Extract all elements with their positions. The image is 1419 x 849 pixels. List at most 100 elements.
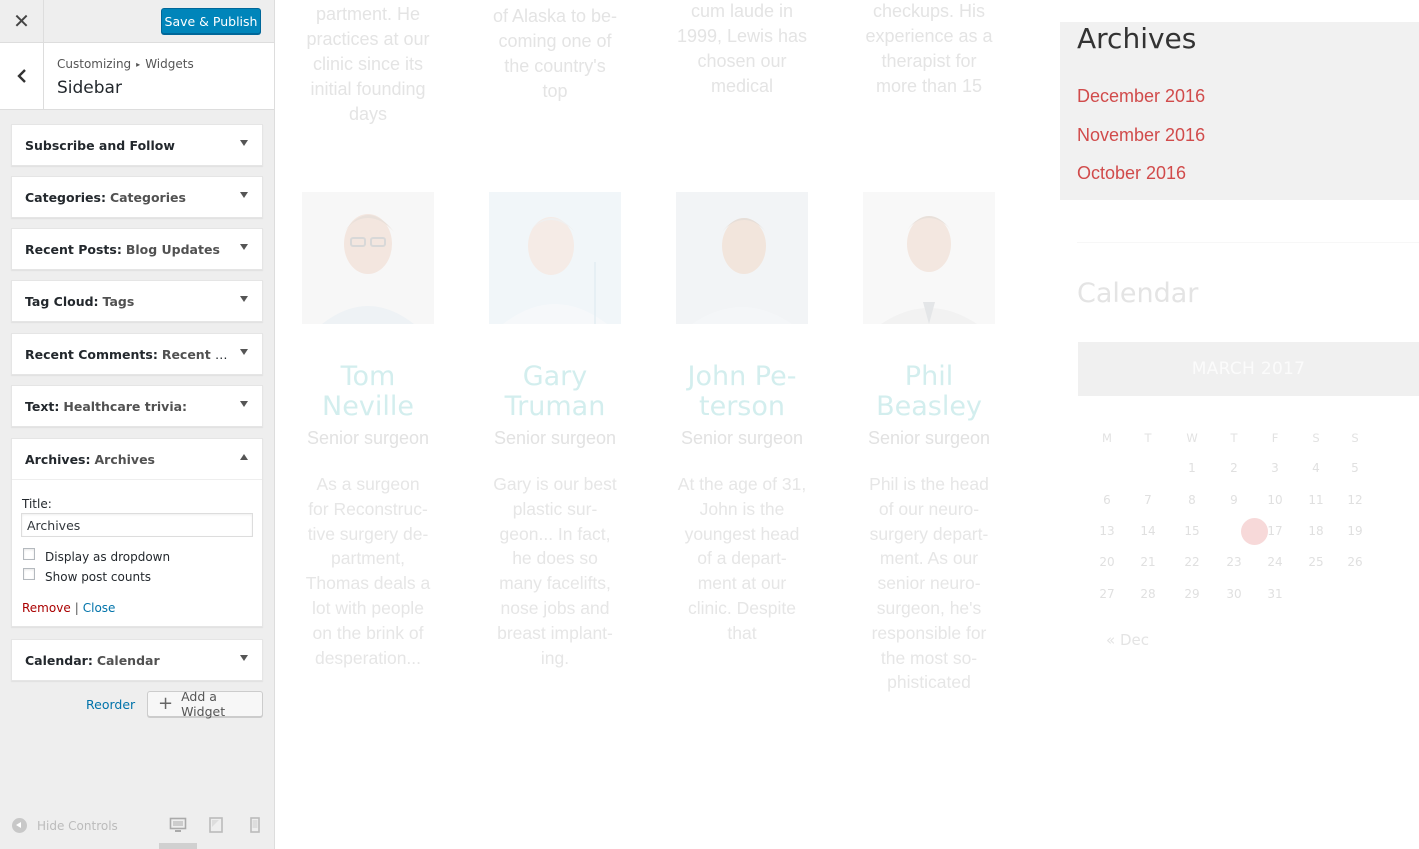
- archive-link[interactable]: November 2016: [1077, 125, 1205, 146]
- intro-line: experience as a: [865, 26, 993, 46]
- close-link[interactable]: Close: [83, 601, 116, 615]
- intro-line: checkups. His: [872, 1, 986, 21]
- calendar-day: 10: [1267, 493, 1283, 507]
- plus-icon: +: [158, 693, 174, 714]
- dropdown-arrow-icon[interactable]: [240, 140, 248, 146]
- post-counts-label: Show post counts: [45, 570, 152, 584]
- customizer-panel: ✕ Save & Publish Customizing ▸ Widgets Sid…: [0, 0, 275, 849]
- dropdown-arrow-icon[interactable]: [240, 192, 248, 198]
- separator: |: [74, 601, 79, 615]
- dropdown-arrow-icon[interactable]: [240, 244, 248, 250]
- widget-header[interactable]: Subscribe and Follow: [12, 125, 262, 165]
- site-preview: partment. He practices at our clinic sin…: [275, 0, 1419, 849]
- title-label: Title:: [22, 497, 52, 511]
- widget-header[interactable]: Tag Cloud: Tags: [12, 281, 262, 321]
- tablet-icon[interactable]: [207, 817, 225, 833]
- calendar-day: 16: [1226, 524, 1242, 538]
- calendar-day: 5: [1351, 461, 1359, 475]
- bio-line: the most so-: [880, 647, 978, 668]
- widget-header[interactable]: Calendar: Calendar: [12, 640, 262, 680]
- save-publish-button[interactable]: Save & Publish: [161, 8, 261, 34]
- collapse-arrow-icon[interactable]: [240, 454, 248, 460]
- name-line: Beasley: [876, 391, 982, 422]
- name-line: Neville: [322, 391, 414, 422]
- intro-line: top: [542, 81, 568, 101]
- bio-line: At the age of 31,: [677, 474, 807, 494]
- widget-header[interactable]: Archives: Archives: [12, 439, 262, 479]
- dropdown-checkbox[interactable]: [23, 548, 35, 560]
- widget-categories[interactable]: Categories: Categories: [11, 176, 263, 218]
- intro-line: partment. He: [315, 4, 421, 24]
- widget-subscribe-follow[interactable]: Subscribe and Follow: [11, 124, 263, 166]
- dropdown-option[interactable]: Display as dropdown: [23, 548, 170, 564]
- widget-header[interactable]: Recent Comments: Recent Com...: [12, 334, 262, 374]
- archive-link[interactable]: October 2016: [1077, 163, 1186, 184]
- widget-title: Blog Updates: [125, 241, 220, 257]
- bio-line: he does so: [512, 548, 598, 569]
- archives-widget-preview: Archives December 2016 November 2016 Oct…: [1060, 22, 1419, 200]
- remove-link[interactable]: Remove: [22, 601, 71, 615]
- intro-line: days: [348, 104, 388, 124]
- calendar-day: 24: [1267, 555, 1283, 569]
- widget-recent-comments[interactable]: Recent Comments: Recent Com...: [11, 333, 263, 375]
- bio-line: geon... In fact,: [499, 523, 611, 544]
- widget-type: Categories:: [25, 189, 106, 205]
- widget-header[interactable]: Text: Healthcare trivia:: [12, 386, 262, 426]
- calendar-day: 18: [1308, 524, 1324, 538]
- close-customizer-button[interactable]: ✕: [0, 0, 44, 43]
- calendar-prev-link[interactable]: « Dec: [1106, 631, 1149, 649]
- widget-title: Categories: [109, 189, 186, 205]
- intro-line: medical: [710, 76, 774, 96]
- bio-line: plastic sur-: [512, 498, 598, 519]
- mobile-icon[interactable]: [246, 817, 264, 833]
- back-button[interactable]: [0, 43, 44, 109]
- close-icon: ✕: [13, 11, 30, 33]
- hide-controls-button[interactable]: Hide Controls: [12, 818, 118, 833]
- widget-archives: Archives: Archives Title: Display as dro…: [11, 438, 263, 627]
- calendar-day: 17: [1267, 524, 1283, 538]
- calendar-day: 21: [1140, 555, 1156, 569]
- add-widget-button[interactable]: + Add a Widget: [147, 689, 263, 719]
- dropdown-arrow-icon[interactable]: [240, 655, 248, 661]
- doctor-name: Tom Neville: [283, 362, 453, 422]
- bio-line: phisticated: [887, 672, 971, 693]
- dropdown-arrow-icon[interactable]: [240, 401, 248, 407]
- widget-text[interactable]: Text: Healthcare trivia:: [11, 385, 263, 427]
- dropdown-arrow-icon[interactable]: [240, 349, 248, 355]
- name-line: Truman: [504, 391, 606, 422]
- calendar-day: 30: [1226, 587, 1242, 601]
- intro-line: therapist for: [881, 51, 977, 71]
- intro-line: clinic since its: [312, 54, 424, 74]
- widget-header[interactable]: Categories: Categories: [12, 177, 262, 217]
- calendar-day: 29: [1184, 587, 1200, 601]
- doctor-bio: As a surgeon for Reconstruc- tive surger…: [293, 472, 443, 670]
- bio-line: for Reconstruc-: [308, 498, 428, 519]
- calendar-day: 6: [1103, 493, 1111, 507]
- calendar-day: 20: [1099, 555, 1115, 569]
- calendar-weekday: S: [1312, 431, 1320, 445]
- calendar-day: 22: [1184, 555, 1200, 569]
- archive-link[interactable]: December 2016: [1077, 86, 1205, 107]
- calendar-day: 13: [1099, 524, 1115, 538]
- doctor-4-intro: checkups. His experience as a therapist …: [849, 0, 1009, 99]
- widget-calendar[interactable]: Calendar: Calendar: [11, 639, 263, 681]
- widget-tag-cloud[interactable]: Tag Cloud: Tags: [11, 280, 263, 322]
- post-counts-checkbox[interactable]: [23, 568, 35, 580]
- title-input[interactable]: [21, 513, 253, 537]
- widget-type: Subscribe and Follow: [25, 137, 175, 153]
- reorder-link[interactable]: Reorder: [86, 697, 135, 712]
- widget-type: Recent Posts:: [25, 241, 122, 257]
- calendar-day: 9: [1230, 493, 1238, 507]
- hide-controls-icon: [12, 818, 27, 833]
- bio-line: surgeon, he's: [876, 597, 982, 618]
- post-counts-option[interactable]: Show post counts: [23, 568, 152, 584]
- bio-line: of a depart-: [697, 548, 787, 569]
- widget-recent-posts[interactable]: Recent Posts: Blog Updates: [11, 228, 263, 270]
- widget-header[interactable]: Recent Posts: Blog Updates: [12, 229, 262, 269]
- desktop-icon[interactable]: [169, 817, 187, 833]
- dropdown-arrow-icon[interactable]: [240, 296, 248, 302]
- doctor-role: Senior surgeon: [867, 428, 991, 448]
- bio-line: partment,: [331, 548, 405, 569]
- hide-controls-label: Hide Controls: [37, 818, 118, 833]
- bio-line: youngest head: [684, 523, 800, 544]
